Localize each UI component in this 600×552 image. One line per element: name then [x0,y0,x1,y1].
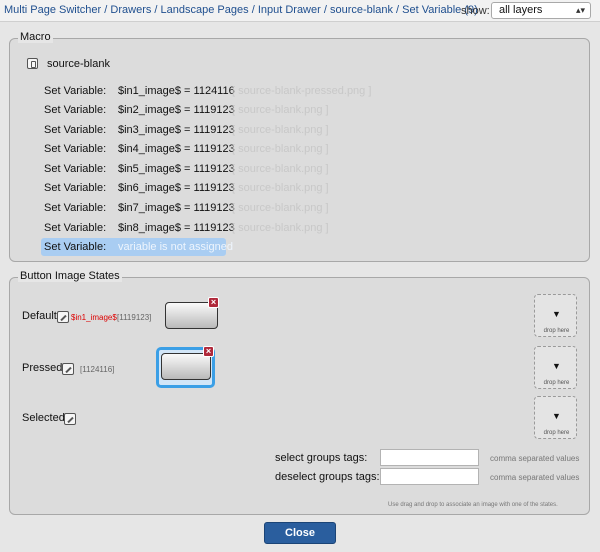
set-variable-file: [ source-blank-pressed.png ] [232,85,372,97]
default-state-label: Default [22,310,57,322]
delete-icon[interactable]: × [208,297,219,308]
drop-arrow-icon: ▼ [552,361,561,371]
breadcrumb-separator: / [154,4,158,16]
select-groups-tags-label: select groups tags: [275,452,368,464]
set-variable-file: [ source-blank.png ] [232,104,329,116]
close-button[interactable]: Close [264,522,336,544]
set-variable-row[interactable]: Set Variable: $in4_image$ = 1119123 [ so… [41,140,329,158]
macro-legend: Macro [18,31,53,43]
macro-source-label: source-blank [47,58,110,70]
set-variable-value: $in1_image$ = 1124116 [118,85,235,97]
set-variable-row[interactable]: Set Variable: $in2_image$ = 1119123 [ so… [41,101,329,119]
set-variable-value: variable is not assigned [118,241,233,253]
set-variable-row[interactable]: Set Variable: $in3_image$ = 1119123 [ so… [41,121,329,139]
set-variable-row[interactable]: Set Variable: $in6_image$ = 1119123 [ so… [41,179,329,197]
set-variable-value: $in3_image$ = 1119123 [118,124,235,136]
pressed-state-image[interactable]: × [156,346,215,388]
set-variable-value: $in4_image$ = 1119123 [118,143,235,155]
page-icon [27,58,38,69]
default-drop-zone[interactable]: ▼ drop here [534,294,577,337]
set-variable-key: Set Variable: [44,182,107,194]
set-variable-row[interactable]: Set Variable: $in1_image$ = 1124116 [ so… [41,82,371,100]
layer-filter-value: all layers [499,4,543,16]
set-variable-row[interactable]: Set Variable: $in8_image$ = 1119123 [ so… [41,219,329,237]
set-variable-key: Set Variable: [44,143,107,155]
breadcrumb-multi-page-switcher[interactable]: Multi Page Switcher [4,4,101,16]
set-variable-key: Set Variable: [44,163,107,175]
set-variable-row[interactable]: Set Variable: $in7_image$ = 1119123 [ so… [41,199,329,217]
set-variable-key: Set Variable: [44,104,107,116]
drop-here-label: drop here [543,328,570,334]
default-image-id: [1119123] [117,313,152,322]
breadcrumb: Multi Page Switcher / Drawers / Landscap… [4,4,478,16]
button-image-states-panel: Button Image States Default $in1_image$ … [9,270,590,515]
set-variable-file: [ source-blank.png ] [232,163,329,175]
breadcrumb-source-blank[interactable]: source-blank [330,4,393,16]
drop-here-label: drop here [543,380,570,386]
edit-icon[interactable] [57,311,69,323]
select-groups-tags-input[interactable] [380,449,479,466]
set-variable-file: [ source-blank.png ] [232,124,329,136]
default-state-image[interactable]: × [162,297,219,331]
deselect-groups-tags-label: deselect groups tags: [275,471,380,483]
selected-state-label: Selected [22,412,65,424]
layer-filter-select[interactable]: all layers ▴▾ [491,2,591,19]
deselect-tags-hint: comma separated values [490,473,580,482]
set-variable-value: $in8_image$ = 1119123 [118,222,235,234]
drop-here-label: drop here [543,430,570,436]
pressed-drop-zone[interactable]: ▼ drop here [534,346,577,389]
set-variable-key: Set Variable: [44,85,107,97]
pressed-image-id: [1124116] [80,365,115,374]
set-variable-file: [ source-blank.png ] [232,222,329,234]
selected-drop-zone[interactable]: ▼ drop here [534,396,577,439]
set-variable-value: $in5_image$ = 1119123 [118,163,235,175]
set-variable-key: Set Variable: [44,124,107,136]
breadcrumb-separator: / [251,4,255,16]
set-variable-file: [ source-blank.png ] [232,182,329,194]
set-variable-value: $in2_image$ = 1119123 [118,104,235,116]
show-label: show: [461,5,490,17]
select-arrows-icon: ▴▾ [575,5,585,15]
breadcrumb-separator: / [396,4,400,16]
deselect-groups-tags-input[interactable] [380,468,479,485]
pressed-button-image [161,353,211,380]
macro-panel: Macro source-blank Set Variable: $in1_im… [9,31,590,262]
breadcrumb-drawers[interactable]: Drawers [110,4,151,16]
set-variable-key: Set Variable: [44,241,107,253]
default-variable-name: $in1_image$ [71,313,117,322]
breadcrumb-separator: / [323,4,327,16]
set-variable-file: [ source-blank.png ] [232,202,329,214]
drag-drop-note: Use drag and drop to associate an image … [388,502,558,508]
set-variable-row-selected[interactable]: Set Variable: variable is not assigned [41,238,233,256]
edit-icon[interactable] [64,413,76,425]
set-variable-key: Set Variable: [44,222,107,234]
button-image-states-legend: Button Image States [18,270,122,282]
drop-arrow-icon: ▼ [552,411,561,421]
select-tags-hint: comma separated values [490,454,580,463]
set-variable-value: $in6_image$ = 1119123 [118,182,235,194]
set-variable-row[interactable]: Set Variable: $in5_image$ = 1119123 [ so… [41,160,329,178]
pressed-state-label: Pressed [22,362,63,374]
set-variable-value: $in7_image$ = 1119123 [118,202,235,214]
set-variable-key: Set Variable: [44,202,107,214]
breadcrumb-landscape-pages[interactable]: Landscape Pages [161,4,249,16]
edit-icon[interactable] [62,363,74,375]
top-bar: Multi Page Switcher / Drawers / Landscap… [0,0,600,22]
breadcrumb-input-drawer[interactable]: Input Drawer [258,4,321,16]
breadcrumb-separator: / [104,4,108,16]
drop-arrow-icon: ▼ [552,309,561,319]
delete-icon[interactable]: × [203,346,214,357]
set-variable-file: [ source-blank.png ] [232,143,329,155]
